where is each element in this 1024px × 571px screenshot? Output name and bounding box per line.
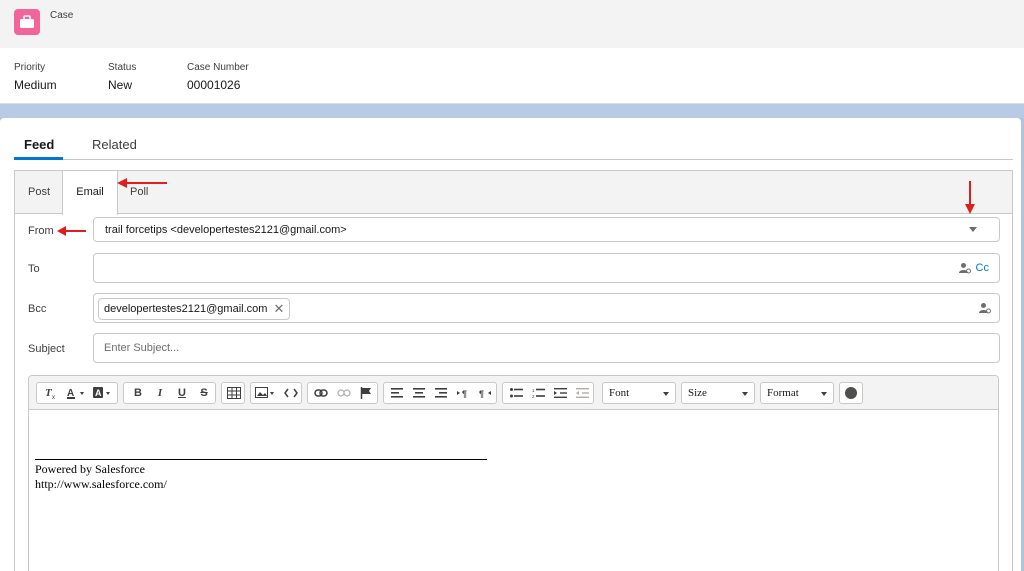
active-tab-indicator — [14, 157, 63, 160]
font-select[interactable]: Font — [602, 382, 676, 404]
subject-field — [93, 333, 1000, 363]
to-label: To — [28, 263, 40, 275]
quick-text-icon — [845, 387, 857, 399]
chevron-down-icon — [742, 392, 748, 396]
svg-text:x: x — [52, 395, 55, 400]
toolbar-group-link — [307, 382, 378, 404]
toolbar-group-align: ¶ ¶ — [383, 382, 497, 404]
svg-text:2: 2 — [532, 394, 535, 398]
editor-toolbar: Tx A A B I U S ¶ ¶ 1 2 Font Size Format — [29, 376, 998, 410]
text-color-icon[interactable]: A — [65, 383, 89, 403]
from-value: trail forcetips <developertestes2121@gma… — [105, 224, 347, 236]
align-right-icon[interactable] — [430, 383, 452, 403]
bcc-label: Bcc — [28, 303, 47, 315]
subject-label: Subject — [28, 343, 65, 355]
quick-text-button[interactable] — [839, 382, 863, 404]
briefcase-icon — [14, 9, 40, 35]
italic-button[interactable]: I — [150, 383, 170, 403]
editor-body[interactable]: Powered by Salesforce http://www.salesfo… — [29, 411, 998, 571]
page-header: Case — [0, 0, 1024, 48]
size-select[interactable]: Size — [681, 382, 755, 404]
from-select[interactable]: trail forcetips <developertestes2121@gma… — [93, 217, 1000, 242]
bullet-list-icon[interactable] — [505, 383, 527, 403]
svg-text:¶: ¶ — [479, 389, 484, 398]
bcc-field[interactable]: developertestes2121@gmail.com ✕ — [93, 293, 1000, 323]
case-number-value: 00001026 — [187, 78, 241, 92]
tab-post[interactable]: Post — [28, 171, 50, 214]
tab-feed[interactable]: Feed — [24, 137, 54, 152]
priority-value: Medium — [14, 78, 57, 92]
case-number-field: Case Number 00001026 — [187, 62, 249, 92]
contact-lookup-icon[interactable] — [979, 302, 991, 314]
chevron-down-icon — [663, 392, 669, 396]
svg-text:A: A — [95, 388, 102, 398]
object-label: Case — [50, 10, 74, 21]
outdent-icon[interactable] — [571, 383, 593, 403]
feed-tabset: Feed Related — [14, 130, 1013, 160]
link-icon[interactable] — [310, 383, 332, 403]
signature-line-1: Powered by Salesforce — [35, 462, 145, 476]
close-icon[interactable]: ✕ — [274, 299, 285, 319]
table-icon[interactable] — [224, 383, 244, 403]
bold-button[interactable]: B — [128, 383, 148, 403]
status-field: Status New — [108, 62, 136, 92]
toolbar-group-insert — [250, 382, 302, 404]
background-band — [0, 104, 1024, 118]
ltr-icon[interactable]: ¶ — [452, 383, 474, 403]
bcc-recipient-pill: developertestes2121@gmail.com ✕ — [98, 298, 291, 320]
format-select[interactable]: Format — [760, 382, 834, 404]
status-label: Status — [108, 62, 137, 73]
svg-text:¶: ¶ — [462, 389, 467, 398]
background-color-icon[interactable]: A — [91, 383, 115, 403]
priority-label: Priority — [14, 62, 46, 73]
align-center-icon[interactable] — [408, 383, 430, 403]
align-left-icon[interactable] — [386, 383, 408, 403]
underline-button[interactable]: U — [172, 383, 192, 403]
subject-input[interactable] — [94, 334, 999, 362]
tab-related[interactable]: Related — [92, 137, 137, 152]
status-value: New — [108, 78, 133, 92]
contact-lookup-icon[interactable] — [959, 262, 971, 274]
signature-divider — [35, 459, 487, 460]
tab-email[interactable]: Email — [62, 171, 118, 215]
strikethrough-button[interactable]: S — [194, 383, 214, 403]
cc-link[interactable]: Cc — [976, 262, 989, 274]
rich-text-editor: Tx A A B I U S ¶ ¶ 1 2 Font Size Format … — [28, 375, 999, 571]
image-icon[interactable] — [253, 383, 279, 403]
annotation-arrow-email-tab — [117, 178, 167, 188]
annotation-arrow-dropdown — [965, 181, 975, 214]
toolbar-group-list: 12 — [502, 382, 594, 404]
code-icon[interactable] — [281, 383, 301, 403]
signature-line-2: http://www.salesforce.com/ — [35, 477, 167, 491]
from-label: From — [28, 225, 54, 237]
case-number-label: Case Number — [187, 62, 249, 73]
chevron-down-icon — [821, 392, 827, 396]
to-field[interactable]: Cc — [93, 253, 1000, 283]
clear-formatting-icon[interactable]: Tx — [41, 383, 61, 403]
indent-icon[interactable] — [549, 383, 571, 403]
size-select-label: Size — [688, 387, 707, 399]
rtl-icon[interactable]: ¶ — [474, 383, 496, 403]
priority-field: Priority Medium — [14, 62, 57, 92]
bcc-recipient-email: developertestes2121@gmail.com — [104, 303, 268, 315]
chevron-down-icon[interactable] — [969, 227, 977, 232]
toolbar-group-table — [221, 382, 245, 404]
numbered-list-icon[interactable]: 12 — [527, 383, 549, 403]
flag-icon[interactable] — [355, 383, 377, 403]
toolbar-group-format: Tx A A — [36, 382, 118, 404]
format-select-label: Format — [767, 387, 799, 399]
publisher: Post Email Poll From trail forcetips <de… — [14, 170, 1013, 571]
svg-text:1: 1 — [532, 388, 535, 393]
annotation-arrow-from — [57, 226, 86, 236]
unlink-icon[interactable] — [333, 383, 355, 403]
highlights-panel: Priority Medium Status New Case Number 0… — [0, 48, 1024, 104]
toolbar-group-style: B I U S — [123, 382, 216, 404]
font-select-label: Font — [609, 387, 630, 399]
